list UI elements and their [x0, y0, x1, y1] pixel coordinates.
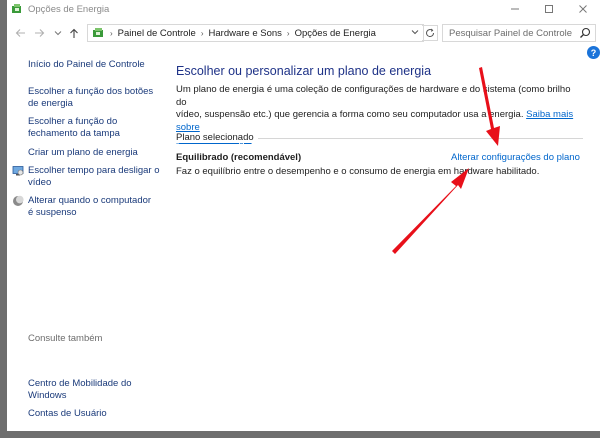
frame-bottom-edge — [0, 431, 600, 438]
sidebar-item-user-accounts[interactable]: Contas de Usuário — [28, 408, 107, 420]
address-box[interactable]: › Painel de Controle › Hardware e Sons ›… — [87, 24, 424, 42]
page-title: Escolher ou personalizar um plano de ene… — [176, 64, 432, 78]
address-dropdown-icon[interactable] — [411, 28, 419, 37]
sidebar-item-label: Escolher tempo para desligar o — [28, 165, 160, 176]
breadcrumb-painel-de-controle[interactable]: Painel de Controle — [118, 28, 196, 39]
address-bar-row: › Painel de Controle › Hardware e Sons ›… — [7, 21, 600, 45]
sidebar-item-power-buttons[interactable]: Escolher a função dos botões de energia — [28, 86, 153, 110]
search-input[interactable] — [449, 27, 579, 39]
sidebar-item-label: Windows — [28, 390, 67, 401]
sidebar-item-sleep[interactable]: Alterar quando o computador é suspenso — [28, 195, 151, 219]
recent-locations-dropdown[interactable] — [51, 25, 65, 41]
breadcrumb-hardware-e-sons[interactable]: Hardware e Sons — [209, 28, 282, 39]
plan-description: Faz o equilíbrio entre o desempenho e o … — [176, 166, 540, 177]
breadcrumb-separator-icon: › — [110, 28, 113, 38]
title-bar: Opções de Energia — [7, 0, 600, 18]
change-plan-settings-link[interactable]: Alterar configurações do plano — [451, 152, 580, 163]
sidebar-item-label: fechamento da tampa — [28, 128, 120, 139]
control-panel-window: Opções de Energia › Painel de Controle ›… — [7, 0, 600, 431]
sidebar-item-label: Contas de Usuário — [28, 408, 107, 419]
sidebar-item-label: Escolher a função do — [28, 116, 118, 127]
refresh-button[interactable] — [422, 25, 438, 41]
breadcrumb-separator-icon: › — [200, 28, 204, 38]
frame-left-edge — [0, 0, 7, 438]
selected-plan-heading: Plano selecionado — [176, 132, 258, 143]
sidebar-item-mobility-center[interactable]: Centro de Mobilidade do Windows — [28, 378, 132, 402]
help-button[interactable]: ? — [587, 46, 600, 59]
maximize-button[interactable] — [532, 0, 566, 18]
description-line: Um plano de energia é uma coleção de con… — [176, 84, 571, 108]
monitor-icon — [12, 166, 24, 176]
window-title: Opções de Energia — [28, 3, 110, 15]
description-line: vídeo, suspensão etc.) que gerencia a fo… — [176, 109, 524, 120]
search-icon[interactable] — [579, 27, 591, 39]
sidebar-item-lid-close[interactable]: Escolher a função do fechamento da tampa — [28, 116, 120, 140]
plan-name: Equilibrado (recomendável) — [176, 152, 302, 163]
sidebar-item-label: é suspenso — [28, 207, 77, 218]
sidebar-item-home[interactable]: Início do Painel de Controle — [28, 59, 145, 71]
sidebar-item-label: de energia — [28, 98, 73, 109]
moon-icon — [13, 195, 24, 206]
sidebar-item-create-plan[interactable]: Criar um plano de energia — [28, 147, 138, 159]
sidebar-item-label: Escolher a função dos botões — [28, 86, 154, 97]
sidebar-item-label: Centro de Mobilidade do — [28, 378, 132, 389]
breadcrumb-separator-icon: › — [286, 28, 290, 38]
sidebar: Início do Painel de Controle Escolher a … — [7, 48, 167, 431]
search-field[interactable] — [442, 24, 596, 42]
control-panel-icon — [92, 27, 105, 39]
breadcrumb-opcoes-de-energia[interactable]: Opções de Energia — [295, 28, 376, 39]
back-button[interactable] — [13, 25, 27, 41]
see-also-heading: Consulte também — [28, 333, 103, 344]
forward-button[interactable] — [32, 25, 46, 41]
sidebar-item-label: vídeo — [28, 177, 52, 188]
power-options-icon — [11, 3, 23, 15]
sidebar-item-label: Alterar quando o computador — [28, 195, 152, 206]
minimize-button[interactable] — [498, 0, 532, 18]
close-button[interactable] — [566, 0, 600, 18]
sidebar-item-display-off[interactable]: Escolher tempo para desligar o vídeo — [28, 165, 160, 189]
sidebar-item-label: Criar um plano de energia — [28, 147, 138, 158]
up-button[interactable] — [67, 25, 81, 41]
